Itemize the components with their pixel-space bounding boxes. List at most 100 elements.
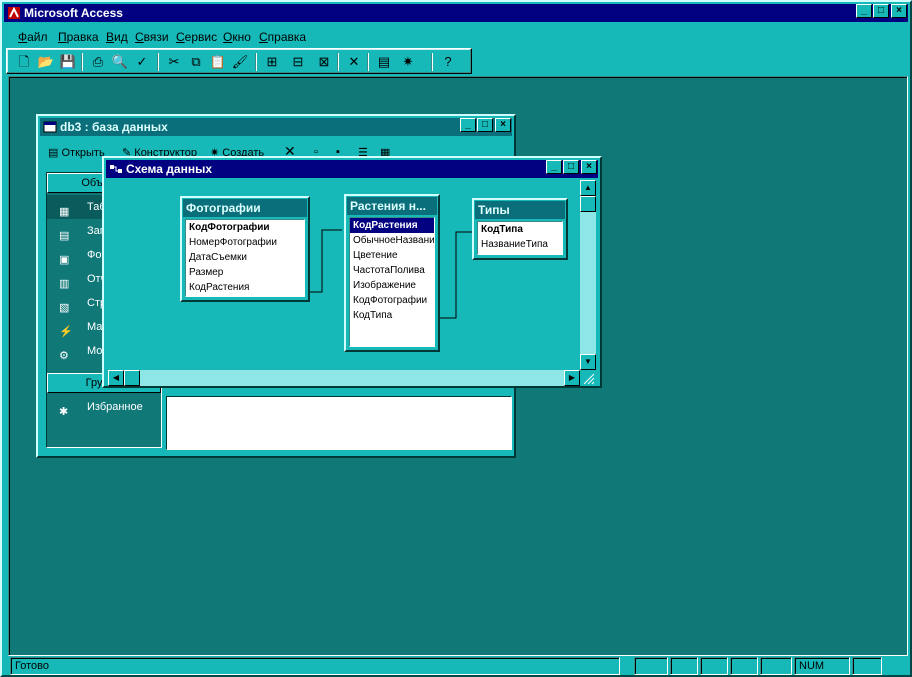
db-maximize-button[interactable]: □ <box>477 118 493 132</box>
new-icon[interactable]: 🗋 <box>15 53 33 71</box>
spelling-icon[interactable]: ✓ <box>133 53 151 71</box>
cut-icon[interactable]: ✂ <box>165 53 183 71</box>
rel-maximize-button[interactable]: □ <box>563 160 579 174</box>
new-object-icon[interactable]: ✷ <box>399 53 417 71</box>
field-item[interactable]: КодФотографии <box>350 293 434 308</box>
table-title[interactable]: Растения н... <box>347 197 437 215</box>
rel-title: Схема данных <box>126 162 212 176</box>
status-panel-5 <box>760 657 792 675</box>
field-item[interactable]: Изображение <box>350 278 434 293</box>
status-num: NUM <box>794 657 850 675</box>
toolbar: 🗋 📂 💾 ⎙ 🔍 ✓ ✂ ⧉ 📋 🖌 ⊞ ⊟ ⊠ ✕ ▤ ✷ ? <box>6 48 472 74</box>
menu-edit[interactable]: Правка <box>58 30 99 44</box>
relationships-window: Схема данных _ □ × Фотографии КодФотогра… <box>102 156 602 388</box>
menu-help[interactable]: Справка <box>259 30 306 44</box>
field-item[interactable]: ЧастотаПолива <box>350 263 434 278</box>
rel-minimize-button[interactable]: _ <box>546 160 562 174</box>
minimize-button[interactable]: _ <box>856 4 872 18</box>
paste-icon[interactable]: 📋 <box>209 53 227 71</box>
status-panel-3 <box>700 657 728 675</box>
field-item[interactable]: КодФотографии <box>186 220 304 235</box>
group-favorites[interactable]: ✱ Избранное <box>47 395 161 419</box>
table-photos[interactable]: Фотографии КодФотографии НомерФотографии… <box>180 196 310 302</box>
macro-icon: ⚡ <box>59 326 73 338</box>
table-types[interactable]: Типы КодТипа НазваниеТипа <box>472 198 568 260</box>
menu-file[interactable]: Файл <box>18 30 48 44</box>
relationships-icon <box>110 165 122 173</box>
db-open-button[interactable]: ▤ Открыть <box>48 146 105 159</box>
field-item[interactable]: Размер <box>186 265 304 280</box>
field-list: КодТипа НазваниеТипа <box>477 221 563 255</box>
show-all-icon[interactable]: ⊠ <box>315 53 333 71</box>
field-item[interactable]: КодРастения <box>350 218 434 233</box>
scroll-left-button[interactable]: ◀ <box>108 370 124 386</box>
horizontal-scrollbar[interactable]: ◀ ▶ <box>108 370 580 386</box>
field-item[interactable]: КодТипа <box>478 222 562 237</box>
menu-relationships[interactable]: Связи <box>135 30 169 44</box>
scroll-thumb[interactable] <box>580 196 596 212</box>
relation-line-type <box>438 231 472 319</box>
rel-close-button[interactable]: × <box>581 160 597 174</box>
help-icon[interactable]: ? <box>439 53 457 71</box>
form-icon: ▣ <box>59 254 70 266</box>
status-panel-2 <box>670 657 698 675</box>
menu-view[interactable]: Вид <box>106 30 128 44</box>
favorites-icon: ✱ <box>59 406 69 418</box>
field-list: КодРастения ОбычноеНазвание Цветение Час… <box>349 217 435 347</box>
close-button[interactable]: × <box>891 4 907 18</box>
field-item[interactable]: НомерФотографии <box>186 235 304 250</box>
status-panel-7 <box>852 657 882 675</box>
rel-title-bar[interactable]: Схема данных <box>106 160 598 178</box>
status-panel-1 <box>634 657 668 675</box>
status-text: Готово <box>10 657 620 675</box>
field-list: КодФотографии НомерФотографии ДатаСъемки… <box>185 219 305 297</box>
format-painter-icon[interactable]: 🖌 <box>231 53 249 71</box>
menu-tools[interactable]: Сервис <box>176 30 217 44</box>
table-plants[interactable]: Растения н... КодРастения ОбычноеНазвани… <box>344 194 440 352</box>
table-icon: ▦ <box>59 206 70 218</box>
field-item[interactable]: ОбычноеНазвание <box>350 233 434 248</box>
query-icon: ▤ <box>59 230 70 242</box>
size-grip-icon[interactable] <box>582 370 596 386</box>
db-title-bar[interactable]: db3 : база данных <box>40 118 512 136</box>
db-object-list[interactable] <box>166 396 512 450</box>
db-minimize-button[interactable]: _ <box>460 118 476 132</box>
page-icon: ▧ <box>59 302 70 314</box>
open-icon[interactable]: 📂 <box>37 53 55 71</box>
print-preview-icon[interactable]: 🔍 <box>111 53 129 71</box>
field-item[interactable]: Цветение <box>350 248 434 263</box>
scroll-up-button[interactable]: ▲ <box>580 180 596 196</box>
status-bar: Готово NUM <box>6 657 910 675</box>
app-title: Microsoft Access <box>24 6 123 20</box>
maximize-button[interactable]: □ <box>873 4 889 18</box>
scroll-thumb-h[interactable] <box>124 370 140 386</box>
copy-icon[interactable]: ⧉ <box>187 53 205 71</box>
save-icon[interactable]: 💾 <box>59 53 77 71</box>
report-icon: ▥ <box>59 278 70 290</box>
table-title[interactable]: Типы <box>475 201 565 219</box>
field-item[interactable]: ДатаСъемки <box>186 250 304 265</box>
database-icon <box>43 121 57 133</box>
database-window-icon[interactable]: ▤ <box>375 53 393 71</box>
scroll-right-button[interactable]: ▶ <box>564 370 580 386</box>
scroll-down-button[interactable]: ▼ <box>580 354 596 370</box>
field-item[interactable]: КодТипа <box>350 308 434 323</box>
relationships-canvas[interactable]: Фотографии КодФотографии НомерФотографии… <box>108 180 580 370</box>
table-title[interactable]: Фотографии <box>183 199 307 217</box>
menu-window[interactable]: Окно <box>223 30 251 44</box>
show-direct-icon[interactable]: ⊟ <box>289 53 307 71</box>
field-item[interactable]: НазваниеТипа <box>478 237 562 252</box>
show-table-icon[interactable]: ⊞ <box>263 53 281 71</box>
db-close-button[interactable]: × <box>495 118 511 132</box>
open-icon: ▤ <box>48 147 59 159</box>
db-title: db3 : база данных <box>60 120 168 134</box>
delete-icon[interactable]: ✕ <box>345 53 363 71</box>
app-title-bar[interactable]: Microsoft Access <box>4 4 908 22</box>
access-key-icon <box>8 6 20 19</box>
vertical-scrollbar[interactable]: ▲ ▼ <box>580 180 596 370</box>
module-icon: ⚙ <box>59 350 69 362</box>
print-icon[interactable]: ⎙ <box>89 53 107 71</box>
status-panel-4 <box>730 657 758 675</box>
relation-line-photo <box>308 229 342 293</box>
field-item[interactable]: КодРастения <box>186 280 304 295</box>
